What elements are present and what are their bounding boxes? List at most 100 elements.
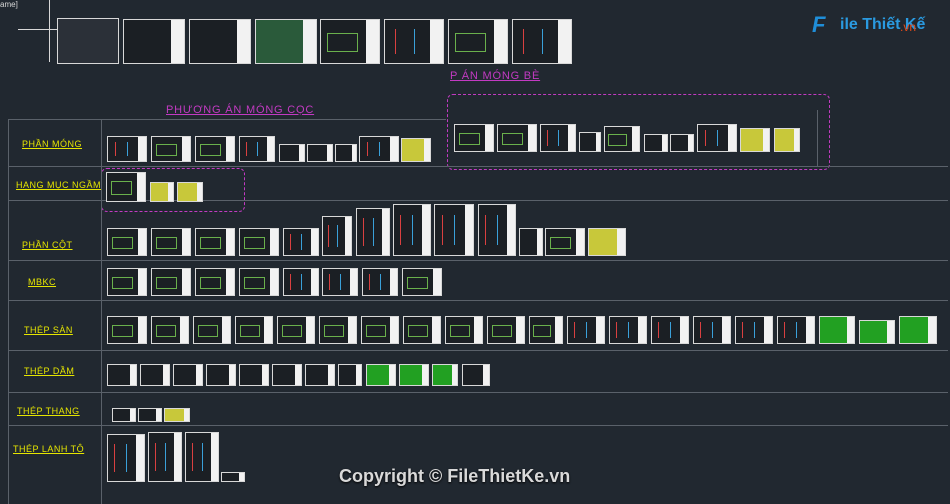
drawing-sheet[interactable] [567,316,605,344]
drawing-sheet[interactable] [239,268,279,296]
drawing-sheet[interactable] [138,408,162,422]
drawing-sheet[interactable] [384,19,444,64]
drawing-sheet[interactable] [774,128,800,152]
grid-line [8,119,446,120]
drawing-sheet[interactable] [335,144,357,162]
drawing-sheet[interactable] [651,316,689,344]
drawing-sheet[interactable] [609,316,647,344]
drawing-sheet[interactable] [239,136,275,162]
grid-line [8,425,948,426]
drawing-sheet[interactable] [151,136,191,162]
drawing-sheet[interactable] [454,124,494,152]
drawing-sheet[interactable] [448,19,508,64]
drawing-sheet[interactable] [193,316,231,344]
drawing-sheet[interactable] [393,204,431,256]
drawing-sheet[interactable] [604,126,640,152]
drawing-sheet[interactable] [445,316,483,344]
drawing-sheet[interactable] [529,316,563,344]
logo-suffix: .vn [900,20,917,34]
drawing-sheet[interactable] [173,364,203,386]
drawing-sheet[interactable] [819,316,855,344]
drawing-sheet[interactable] [399,364,429,386]
drawing-sheet[interactable] [112,408,136,422]
drawing-sheet[interactable] [540,124,576,152]
drawing-sheet[interactable] [361,316,399,344]
drawing-sheet[interactable] [106,172,146,202]
drawing-sheet[interactable] [239,364,269,386]
drawing-sheet[interactable] [478,204,516,256]
drawing-sheet[interactable] [164,408,190,422]
drawing-sheet[interactable] [588,228,626,256]
drawing-sheet[interactable] [107,136,147,162]
drawing-sheet-cover[interactable] [57,18,119,64]
drawing-sheet[interactable] [434,204,474,256]
drawing-sheet[interactable] [272,364,302,386]
drawing-sheet[interactable] [185,432,219,482]
grid-line [8,260,948,261]
drawing-sheet[interactable] [338,364,362,386]
row-label-thep-san: THÉP SÀN [24,325,73,335]
drawing-sheet[interactable] [283,228,319,256]
grid-line [101,119,102,504]
drawing-sheet[interactable] [735,316,773,344]
drawing-sheet[interactable] [283,268,319,296]
drawing-sheet[interactable] [545,228,585,256]
drawing-sheet[interactable] [356,208,390,256]
row-label-thep-thang: THÉP THANG [17,406,80,416]
drawing-sheet[interactable] [362,268,398,296]
drawing-sheet[interactable] [307,144,333,162]
drawing-sheet[interactable] [206,364,236,386]
drawing-sheet[interactable] [177,182,203,202]
drawing-sheet[interactable] [195,268,235,296]
copyright-watermark: Copyright © FileThietKe.vn [339,466,571,486]
drawing-sheet[interactable] [579,132,601,152]
drawing-sheet[interactable] [107,364,137,386]
drawing-sheet[interactable] [123,19,185,64]
drawing-sheet[interactable] [151,228,191,256]
drawing-sheet[interactable] [150,182,174,202]
drawing-sheet[interactable] [107,434,145,482]
drawing-sheet[interactable] [148,432,182,482]
drawing-sheet[interactable] [277,316,315,344]
drawing-sheet[interactable] [366,364,396,386]
drawing-sheet[interactable] [644,134,668,152]
drawing-sheet[interactable] [512,19,572,64]
drawing-sheet[interactable] [462,364,490,386]
drawing-sheet[interactable] [305,364,335,386]
drawing-sheet[interactable] [401,138,431,162]
drawing-sheet[interactable] [519,228,543,256]
drawing-sheet[interactable] [140,364,170,386]
drawing-sheet[interactable] [402,268,442,296]
drawing-sheet[interactable] [189,19,251,64]
drawing-sheet[interactable] [320,19,380,64]
drawing-sheet[interactable] [279,144,305,162]
drawing-sheet[interactable] [403,316,441,344]
drawing-sheet[interactable] [235,316,273,344]
drawing-sheet[interactable] [899,316,937,344]
drawing-sheet[interactable] [221,472,245,482]
drawing-sheet[interactable] [107,228,147,256]
drawing-sheet[interactable] [487,316,525,344]
drawing-sheet[interactable] [151,268,191,296]
drawing-sheet[interactable] [670,134,694,152]
drawing-sheet[interactable] [195,136,235,162]
drawing-sheet[interactable] [255,19,317,64]
drawing-sheet[interactable] [107,316,147,344]
drawing-sheet[interactable] [322,216,352,256]
layout-tab-fragment: ame] [0,0,18,9]
drawing-sheet[interactable] [859,320,895,344]
drawing-sheet[interactable] [195,228,235,256]
drawing-sheet[interactable] [432,364,458,386]
drawing-sheet[interactable] [151,316,189,344]
drawing-sheet[interactable] [497,124,537,152]
drawing-sheet[interactable] [107,268,147,296]
row-label-hang-muc-ngam: HẠNG MỤC NGẦM [16,180,101,190]
drawing-sheet[interactable] [322,268,358,296]
drawing-sheet[interactable] [777,316,815,344]
drawing-sheet[interactable] [319,316,357,344]
drawing-sheet[interactable] [740,128,770,152]
drawing-sheet[interactable] [359,136,399,162]
drawing-sheet[interactable] [239,228,279,256]
drawing-sheet[interactable] [697,124,737,152]
drawing-sheet[interactable] [693,316,731,344]
